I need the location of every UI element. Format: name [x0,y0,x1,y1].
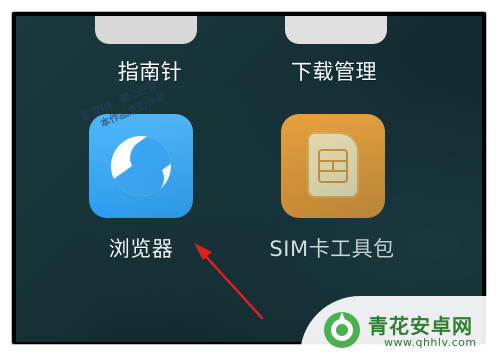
site-watermark-badge: 青花安卓网 www.qhhlv.com [300,296,500,359]
flower-logo-icon [324,312,360,348]
site-url: www.qhhlv.com [384,336,477,349]
site-name: 青花安卓网 [368,314,473,338]
